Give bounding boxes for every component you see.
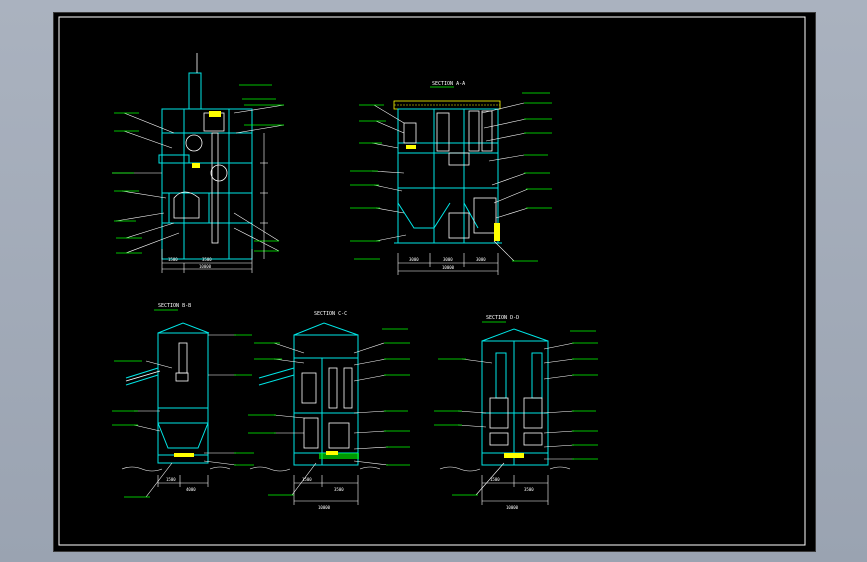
dim-sd-b: 3500 bbox=[524, 487, 534, 492]
dim-sb-a: 1500 bbox=[166, 477, 176, 482]
dim-sa-a: 3000 bbox=[409, 257, 419, 262]
dim-sc-a: 1500 bbox=[302, 477, 312, 482]
view-section-c-c: SECTION C-C 1500 3500 10000 bbox=[248, 311, 410, 510]
dim-sb-b: 4000 bbox=[186, 487, 196, 492]
highlight-d bbox=[504, 453, 524, 458]
highlight-c bbox=[319, 453, 359, 459]
dim-elev1-total: 10000 bbox=[199, 264, 212, 269]
dim-sa-b: 3000 bbox=[443, 257, 453, 262]
cad-viewport[interactable]: 1500 3500 10000 SECTION A-A 3000 3000 30… bbox=[53, 12, 816, 552]
cad-drawing-sheet: 1500 3500 10000 SECTION A-A 3000 3000 30… bbox=[58, 16, 806, 546]
title-section-c-c: SECTION C-C bbox=[314, 311, 347, 317]
view-elevation-1: 1500 3500 10000 bbox=[112, 53, 285, 273]
title-section-a-a: SECTION A-A bbox=[432, 81, 465, 87]
drawing-border bbox=[58, 16, 806, 546]
dim-sc-total: 10000 bbox=[318, 505, 331, 510]
view-section-b-b: SECTION B-B 1500 4000 bbox=[112, 303, 254, 498]
title-section-d-d: SECTION D-D bbox=[486, 315, 519, 321]
view-section-d-d: SECTION D-D 1500 3500 10000 bbox=[434, 315, 598, 510]
dim-elev1-a: 1500 bbox=[168, 257, 178, 262]
dim-sa-c: 3000 bbox=[476, 257, 486, 262]
highlight-b bbox=[174, 453, 194, 457]
dim-elev1-b: 3500 bbox=[202, 257, 212, 262]
dim-sa-total: 10000 bbox=[442, 265, 455, 270]
dim-sc-b: 3500 bbox=[334, 487, 344, 492]
title-section-b-b: SECTION B-B bbox=[158, 303, 191, 309]
dim-sd-a: 1500 bbox=[490, 477, 500, 482]
view-section-a-a: SECTION A-A 3000 3000 3000 10000 bbox=[350, 81, 552, 275]
dim-sd-total: 10000 bbox=[506, 505, 519, 510]
